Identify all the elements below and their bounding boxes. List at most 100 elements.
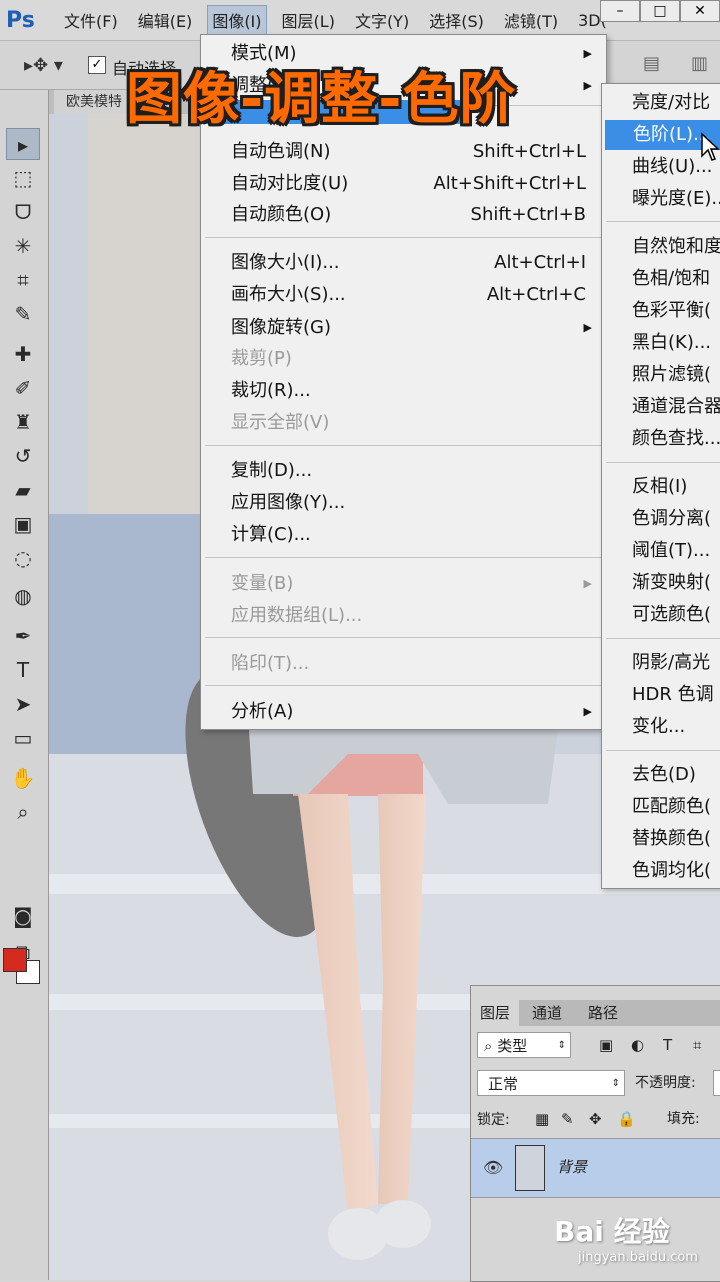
crop-tool-icon[interactable]: ⌗ xyxy=(6,264,40,296)
menu-separator xyxy=(205,557,602,558)
menu-item-shadows-highlights[interactable]: 阴影/高光 xyxy=(632,648,720,678)
history-brush-tool-icon[interactable]: ↺ xyxy=(6,440,40,472)
marquee-tool-icon[interactable]: ⬚ xyxy=(6,162,40,194)
menu-filter[interactable]: 滤镜(T) xyxy=(504,8,558,32)
type-tool-icon[interactable]: T xyxy=(6,654,40,686)
layer-lock-row: 锁定: ▦ ✎ ✥ 🔒 填充: xyxy=(477,1106,720,1132)
menu-item-hue-saturation[interactable]: 色相/饱和 xyxy=(632,264,720,294)
filter-type-icon[interactable]: T xyxy=(663,1032,672,1058)
hand-tool-icon[interactable]: ✋ xyxy=(6,762,40,794)
filter-pixel-icon[interactable]: ▣ xyxy=(599,1032,613,1058)
dodge-tool-icon[interactable]: ◍ xyxy=(6,580,40,612)
close-button[interactable]: ✕ xyxy=(680,0,720,22)
menu-item-gradient-map[interactable]: 渐变映射( xyxy=(632,568,720,598)
maximize-button[interactable]: □ xyxy=(640,0,680,22)
document-tab[interactable]: 欧美模特 xyxy=(54,90,134,114)
menu-item-trap: 陷印(T)... xyxy=(231,653,310,674)
layer-row[interactable]: 👁 背景 xyxy=(471,1138,720,1198)
blur-tool-icon[interactable]: ◌ xyxy=(6,542,40,574)
lock-position-icon[interactable]: ✥ xyxy=(589,1106,602,1132)
quick-mask-icon[interactable]: ◙ xyxy=(6,900,40,932)
align-icon[interactable]: ▤ xyxy=(643,53,660,74)
menu-item-match-color[interactable]: 匹配颜色( xyxy=(632,792,720,822)
layer-filter-row: ⌕ 类型 ⇕ ▣ ◐ T ⌗ xyxy=(477,1032,713,1058)
foreground-color-swatch[interactable] xyxy=(3,948,27,972)
menu-item-auto-color[interactable]: 自动颜色(O) Shift+Ctrl+B xyxy=(231,200,592,230)
menu-item-color-balance[interactable]: 色彩平衡( xyxy=(632,296,720,326)
menu-item-replace-color[interactable]: 替换颜色( xyxy=(632,824,720,854)
menu-item-equalize[interactable]: 色调均化( xyxy=(632,856,720,886)
stamp-tool-icon[interactable]: ♜ xyxy=(6,406,40,438)
menu-item-image-size[interactable]: 图像大小(I)... Alt+Ctrl+I xyxy=(231,248,592,278)
menu-item-auto-contrast[interactable]: 自动对比度(U) Alt+Shift+Ctrl+L xyxy=(231,169,592,199)
menu-separator xyxy=(606,750,720,751)
filter-adjust-icon[interactable]: ◐ xyxy=(631,1032,644,1058)
menu-item-calculations[interactable]: 计算(C)... xyxy=(231,520,592,550)
menu-item-analysis[interactable]: 分析(A) ▶ xyxy=(231,697,592,727)
menu-item-vibrance[interactable]: 自然饱和度 xyxy=(632,232,720,262)
menu-item-hdr-toning[interactable]: HDR 色调 xyxy=(632,680,720,710)
menu-item-posterize[interactable]: 色调分离( xyxy=(632,504,720,534)
filter-shape-icon[interactable]: ⌗ xyxy=(693,1032,701,1058)
menu-file[interactable]: 文件(F) xyxy=(64,8,118,32)
menu-item-auto-tone[interactable]: 自动色调(N) Shift+Ctrl+L xyxy=(231,137,592,167)
tab-layers[interactable]: 图层 xyxy=(471,1000,520,1026)
eyedropper-tool-icon[interactable]: ✎ xyxy=(6,298,40,330)
menu-item-channel-mixer[interactable]: 通道混合器 xyxy=(632,392,720,422)
menu-item-exposure[interactable]: 曝光度(E)... xyxy=(632,184,720,214)
menu-item-threshold[interactable]: 阈值(T)... xyxy=(632,536,720,566)
move-tool-options-icon[interactable]: ▸✥ ▾ xyxy=(24,55,63,76)
menu-item-duplicate[interactable]: 复制(D)... xyxy=(231,456,592,486)
gradient-tool-icon[interactable]: ▣ xyxy=(6,508,40,540)
tab-paths[interactable]: 路径 xyxy=(579,1000,627,1026)
menu-image[interactable]: 图像(I) xyxy=(207,5,267,35)
opacity-input[interactable] xyxy=(713,1070,720,1096)
menu-item-variations[interactable]: 变化... xyxy=(632,712,720,742)
brush-tool-icon[interactable]: ✐ xyxy=(6,372,40,404)
pen-tool-icon[interactable]: ✒ xyxy=(6,620,40,652)
eraser-tool-icon[interactable]: ▰ xyxy=(6,474,40,506)
auto-select-checkbox[interactable]: ✓ xyxy=(88,56,106,74)
visibility-eye-icon[interactable]: 👁 xyxy=(483,1158,503,1177)
zoom-tool-icon[interactable]: ⌕ xyxy=(6,796,40,828)
menu-select[interactable]: 选择(S) xyxy=(429,8,484,32)
menu-item-desaturate[interactable]: 去色(D) xyxy=(632,760,720,790)
menu-item-black-white[interactable]: 黑白(K)... xyxy=(632,328,720,358)
adjustments-submenu: 亮度/对比 色阶(L)... 曲线(U)... 曝光度(E)... 自然饱和度 … xyxy=(601,83,720,889)
overlay-title: 图像-调整-色阶 xyxy=(126,67,517,132)
menu-edit[interactable]: 编辑(E) xyxy=(138,8,193,32)
menu-item-trim[interactable]: 裁切(R)... xyxy=(231,376,592,406)
path-selection-tool-icon[interactable]: ➤ xyxy=(6,688,40,720)
lasso-tool-icon[interactable]: ᗜ xyxy=(6,196,40,228)
image-menu: 模式(M) ▶ 调整(J) ▶ 自动色调(N) Shift+Ctrl+L 自动对比度(… xyxy=(200,34,607,730)
menu-item-apply-image[interactable]: 应用图像(Y)... xyxy=(231,488,592,518)
lock-all-icon[interactable]: 🔒 xyxy=(617,1106,636,1132)
healing-brush-tool-icon[interactable]: ✚ xyxy=(6,338,40,370)
mouse-cursor-icon xyxy=(701,132,720,161)
shape-tool-icon[interactable]: ▭ xyxy=(6,722,40,754)
search-icon: ⌕ xyxy=(484,1037,493,1055)
move-tool-icon[interactable]: ▸ xyxy=(6,128,40,160)
layer-filter-select[interactable]: ⌕ 类型 ⇕ xyxy=(477,1032,571,1058)
watermark-url: jingyan.baidu.com xyxy=(578,1250,698,1265)
magic-wand-tool-icon[interactable]: ✳ xyxy=(6,230,40,262)
menu-layer[interactable]: 图层(L) xyxy=(282,8,335,32)
blend-mode-select[interactable]: 正常 ⇕ xyxy=(477,1070,625,1096)
lock-image-icon[interactable]: ✎ xyxy=(561,1106,574,1132)
layer-thumbnail xyxy=(515,1145,545,1191)
lock-transparent-icon[interactable]: ▦ xyxy=(535,1106,549,1132)
tab-channels[interactable]: 通道 xyxy=(523,1000,571,1026)
menu-item-image-rotation[interactable]: 图像旋转(G) ▶ xyxy=(231,313,592,343)
menu-item-invert[interactable]: 反相(I) xyxy=(632,472,720,502)
distribute-icon[interactable]: ▥ xyxy=(691,53,708,74)
menu-type[interactable]: 文字(Y) xyxy=(355,8,409,32)
minimize-button[interactable]: – xyxy=(600,0,640,22)
menu-separator xyxy=(205,685,602,686)
fill-label: 填充: xyxy=(667,1111,700,1127)
menu-item-brightness-contrast[interactable]: 亮度/对比 xyxy=(632,88,720,118)
menu-item-selective-color[interactable]: 可选颜色( xyxy=(632,600,720,630)
menu-item-canvas-size[interactable]: 画布大小(S)... Alt+Ctrl+C xyxy=(231,280,592,310)
watermark-logo: Bai 经验 xyxy=(554,1215,670,1248)
menu-item-photo-filter[interactable]: 照片滤镜( xyxy=(632,360,720,390)
menu-item-color-lookup[interactable]: 颜色查找... xyxy=(632,424,720,454)
